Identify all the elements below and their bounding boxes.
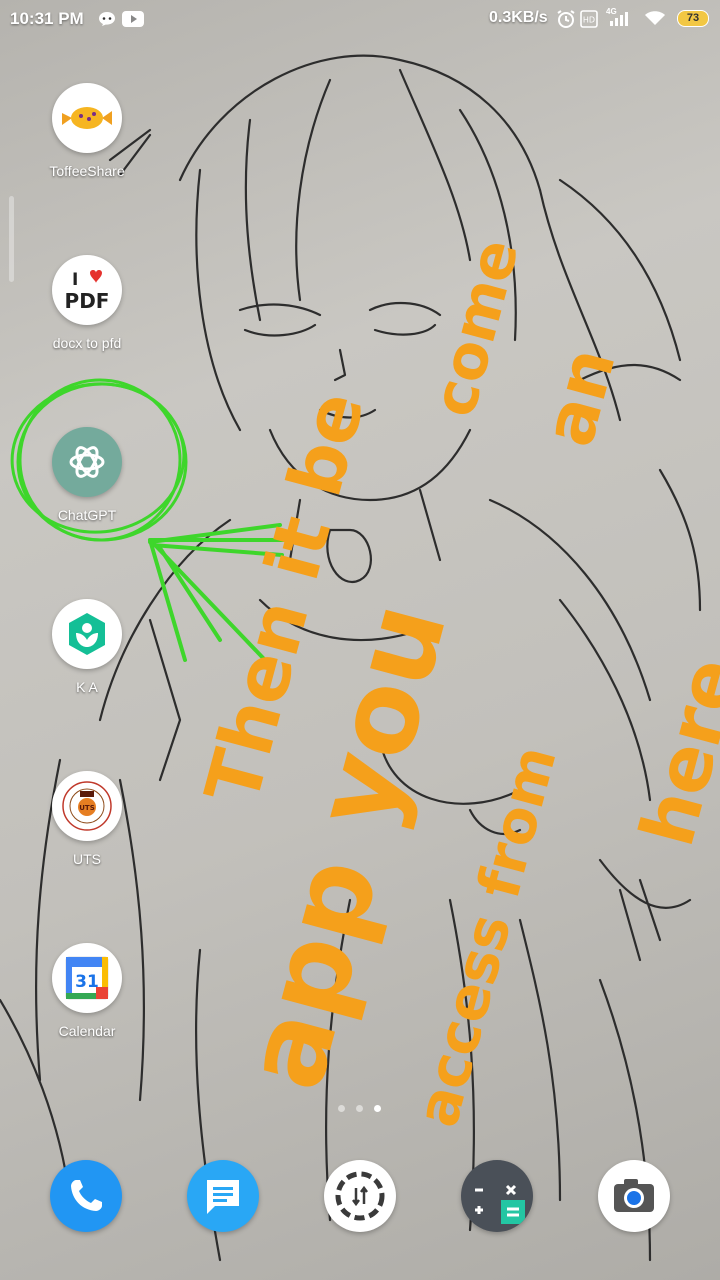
dock-phone[interactable] [50,1160,122,1232]
svg-text:PDF: PDF [65,289,110,313]
app-uts[interactable]: UTS UTS [27,771,147,867]
app-docx-to-pdf[interactable]: I PDF docx to pfd [27,255,147,351]
app-label: UTS [73,851,101,867]
app-label: ChatGPT [57,507,117,523]
wifi-icon [643,9,667,32]
notes-icon [335,1171,385,1221]
dock-camera[interactable] [598,1160,670,1232]
app-label: Calendar [58,1023,116,1039]
page-dot[interactable] [356,1105,363,1112]
svg-text:HD: HD [583,16,595,25]
status-time: 10:31 PM [10,9,84,28]
calendar-date: 31 [75,972,99,992]
app-label: K A [76,679,98,695]
dock-notes[interactable] [324,1160,396,1232]
i-love-pdf-icon: I PDF [52,255,122,325]
battery-icon: 73 [677,10,709,27]
status-bar: 10:31 PM 0.3KB/s HD 4G 73 [0,0,720,38]
dock-calculator[interactable] [461,1160,533,1232]
svg-text:I: I [72,270,78,290]
calculator-icon [475,1184,525,1224]
message-icon [207,1180,239,1214]
uts-railway-icon: UTS [52,771,122,841]
camera-icon [614,1179,654,1212]
chat-notification-icon [98,11,116,32]
phone-icon [71,1180,102,1211]
alarm-icon [556,9,576,34]
openai-logo-icon [52,427,122,497]
svg-text:UTS: UTS [79,804,95,812]
app-toffeeshare[interactable]: ToffeeShare [27,83,147,179]
app-label: docx to pfd [52,335,122,351]
dock-messages[interactable] [187,1160,259,1232]
page-dot-active[interactable] [374,1105,381,1112]
signal-icon: 4G [606,7,634,33]
khan-academy-icon [52,599,122,669]
app-label: ToffeeShare [49,163,125,179]
volte-icon: HD [580,10,598,33]
youtube-icon [122,11,144,32]
scroll-indicator[interactable] [9,196,14,282]
toffee-candy-icon [52,83,122,153]
network-speed: 0.3KB/s [489,9,548,26]
google-calendar-icon: 31 [52,943,122,1013]
app-chatgpt[interactable]: ChatGPT [27,427,147,523]
page-dot[interactable] [338,1105,345,1112]
app-calendar[interactable]: 31 Calendar [27,943,147,1039]
app-khan-academy[interactable]: K A [27,599,147,695]
page-indicator [333,1105,393,1115]
